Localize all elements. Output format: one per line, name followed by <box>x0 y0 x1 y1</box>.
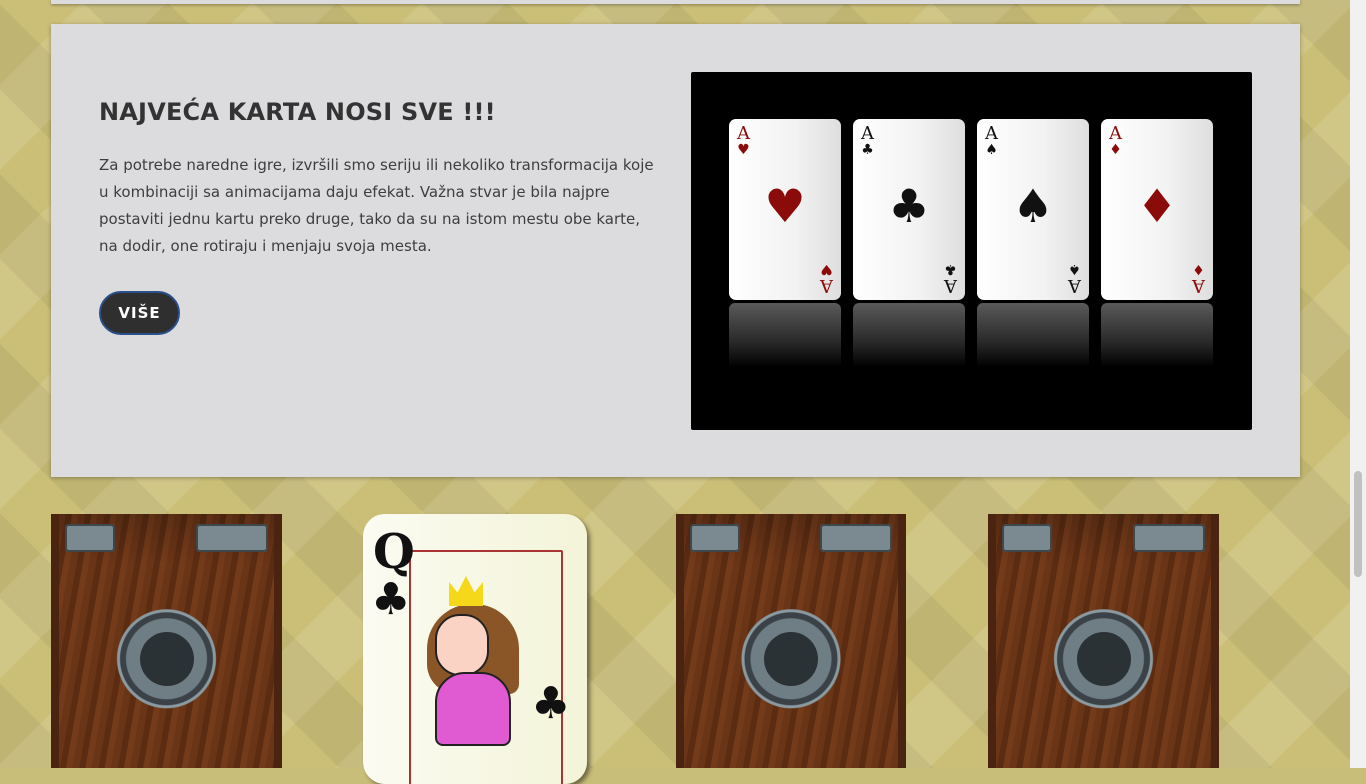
scrollbar-thumb[interactable] <box>1354 471 1362 577</box>
section-description: Za potrebe naredne igre, izvršili smo se… <box>99 156 654 255</box>
iron-throne-emblem <box>139 632 194 686</box>
card-rank: A <box>861 123 874 144</box>
ace-of-clubs-card: A ♣ ♣ A ♣ <box>853 119 965 300</box>
memory-card-face-down[interactable] <box>988 514 1219 768</box>
previous-section-bottom <box>51 0 1300 4</box>
club-icon: ♣ <box>861 142 874 158</box>
card-rank: A <box>985 123 998 144</box>
queen-body <box>435 672 511 746</box>
card-rank: A <box>737 123 750 144</box>
card-rank: Q <box>373 524 415 580</box>
club-icon: ♣ <box>531 678 571 729</box>
section-heading: NAJVEĆA KARTA NOSI SVE !!! <box>99 98 496 126</box>
heart-icon: ♥ <box>820 261 833 277</box>
iron-throne-emblem <box>1076 632 1131 686</box>
ace-of-hearts-card: A ♥ ♥ A ♥ <box>729 119 841 300</box>
memory-card-queen-of-clubs[interactable]: Q ♣ ♣ <box>363 514 587 784</box>
card-rank: A <box>944 275 957 296</box>
page-scrollbar[interactable] <box>1350 0 1366 768</box>
club-icon: ♣ <box>888 179 930 233</box>
card-rank: A <box>1109 123 1122 144</box>
spade-icon: ♠ <box>1012 179 1054 233</box>
memory-card-face-down[interactable] <box>676 514 906 768</box>
iron-throne-emblem <box>764 632 818 686</box>
card-rank: A <box>1192 275 1205 296</box>
hinge-ornament <box>65 524 115 552</box>
hinge-ornament <box>1002 524 1052 552</box>
spade-icon: ♠ <box>985 142 998 158</box>
queen-face <box>435 614 489 676</box>
card-rank: A <box>820 275 833 296</box>
hinge-ornament <box>690 524 740 552</box>
diamond-icon: ♦ <box>1192 261 1205 277</box>
club-icon: ♣ <box>944 261 957 277</box>
ace-of-spades-card: A ♠ ♠ A ♠ <box>977 119 1089 300</box>
card-reflection <box>977 303 1089 367</box>
diamond-icon: ♦ <box>1136 179 1178 233</box>
card-reflection <box>729 303 841 367</box>
hinge-ornament <box>196 524 268 552</box>
memory-card-face-down[interactable] <box>51 514 282 768</box>
card-rank: A <box>1068 275 1081 296</box>
club-icon: ♣ <box>371 574 411 625</box>
heart-icon: ♥ <box>764 179 806 233</box>
hinge-ornament <box>820 524 892 552</box>
ace-of-diamonds-card: A ♦ ♦ A ♦ <box>1101 119 1213 300</box>
spade-icon: ♠ <box>1068 261 1081 277</box>
heart-icon: ♥ <box>737 142 750 158</box>
more-button[interactable]: VIŠE <box>99 291 180 335</box>
card-reflection <box>1101 303 1213 367</box>
feature-section: NAJVEĆA KARTA NOSI SVE !!! Za potrebe na… <box>51 24 1300 477</box>
aces-image: A ♥ ♥ A ♥ A ♣ ♣ A ♣ A ♠ ♠ A ♠ A ♦ ♦ A ♦ <box>691 72 1252 430</box>
diamond-icon: ♦ <box>1109 142 1122 158</box>
hinge-ornament <box>1133 524 1205 552</box>
card-reflection <box>853 303 965 367</box>
